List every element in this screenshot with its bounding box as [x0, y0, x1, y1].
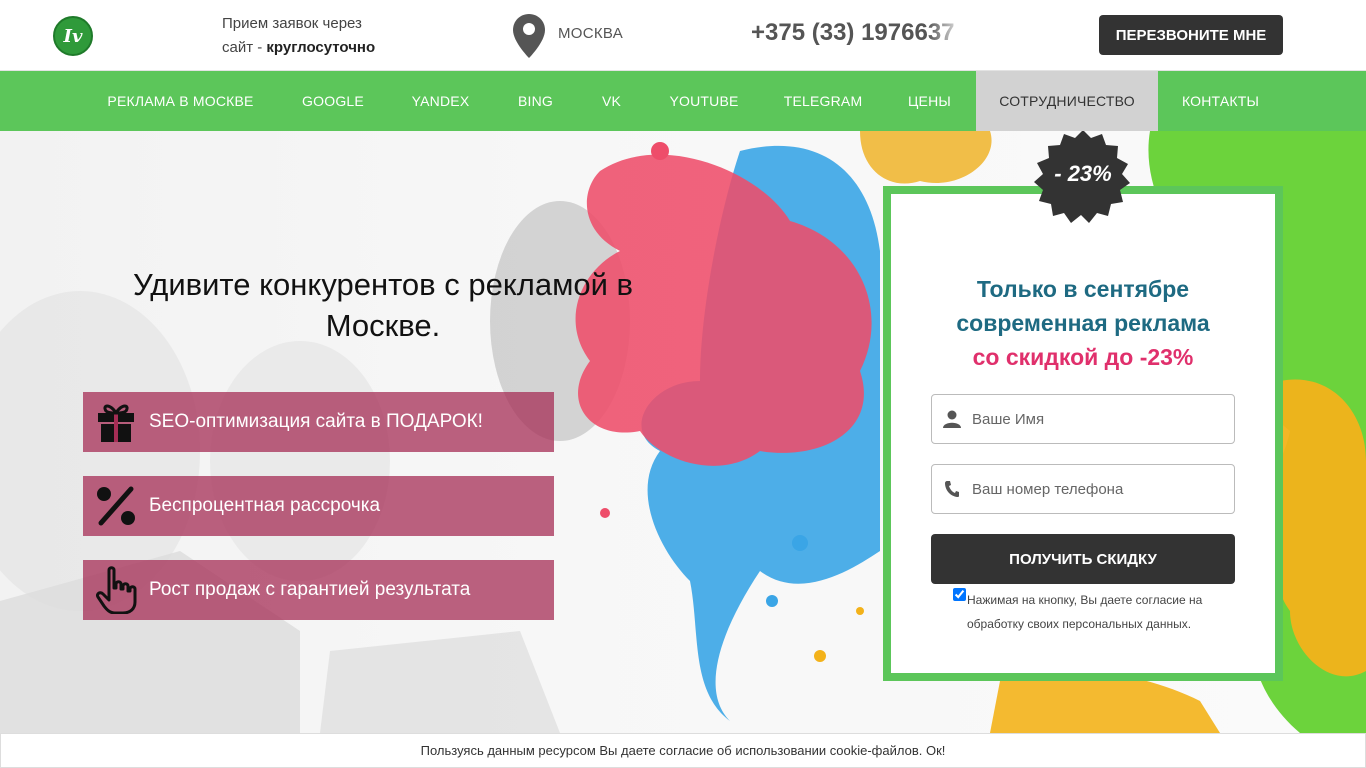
consent-checkbox[interactable] [953, 588, 966, 601]
name-input[interactable] [972, 410, 1222, 428]
percent-icon [83, 476, 149, 536]
feature-installment: Беспроцентная рассрочка [83, 476, 554, 536]
offer-line2: современная реклама [956, 310, 1210, 336]
feature-seo-gift-label: SEO-оптимизация сайта в ПОДАРОК! [149, 411, 483, 432]
pointing-hand-icon [83, 560, 149, 620]
main-nav: РЕКЛАМА В МОСКВЕ GOOGLE YANDEX BING VK Y… [0, 71, 1366, 131]
callback-button[interactable]: ПЕРЕЗВОНИТЕ МНЕ [1099, 15, 1283, 55]
phone-icon [932, 480, 972, 498]
header-phone[interactable]: +375 (33) 1976637 [751, 19, 966, 47]
offer-line1: Только в сентябре [976, 276, 1190, 302]
name-field[interactable] [931, 394, 1235, 444]
hours-line2-prefix: сайт - [222, 39, 267, 56]
nav-item-prices[interactable]: ЦЕНЫ [883, 71, 976, 131]
city-label: МОСКВА [558, 25, 624, 42]
nav-item-contacts[interactable]: КОНТАКТЫ [1158, 71, 1283, 131]
get-discount-button[interactable]: ПОЛУЧИТЬ СКИДКУ [931, 534, 1235, 584]
feature-installment-label: Беспроцентная рассрочка [149, 495, 381, 516]
nav-item-cooperation[interactable]: СОТРУДНИЧЕСТВО [976, 71, 1158, 131]
site-header: Iv Прием заявок через сайт - круглосуточ… [0, 0, 1366, 71]
offer-heading: Только в сентябре современная реклама со… [883, 272, 1283, 374]
discount-badge-text: - 23% [1054, 161, 1112, 186]
site-logo[interactable]: Iv [53, 16, 93, 56]
hours-line2-bold: круглосуточно [266, 39, 376, 56]
offer-line3: со скидкой до -23% [972, 344, 1194, 370]
nav-item-telegram[interactable]: TELEGRAM [763, 71, 883, 131]
consent-text: Нажимая на кнопку, Вы даете согласие на … [967, 593, 1203, 631]
cookie-consent-bar[interactable]: Пользуясь данным ресурсом Вы даете согла… [0, 733, 1366, 768]
logo-text: Iv [63, 25, 83, 47]
hero-title: Удивите конкурентов с рекламой в Москве. [132, 267, 634, 343]
phone-field[interactable] [931, 464, 1235, 514]
feature-sales-growth-label: Рост продаж с гарантией результата [149, 579, 471, 600]
location-pin-icon [513, 14, 545, 58]
feature-sales-growth: Рост продаж с гарантией результата [83, 560, 554, 620]
hours-line2: сайт - круглосуточно [222, 36, 375, 60]
feature-seo-gift: SEO-оптимизация сайта в ПОДАРОК! [83, 392, 554, 452]
hero-section: Удивите конкурентов с рекламой в Москве.… [0, 131, 1366, 733]
hours-line1: Прием заявок через [222, 15, 362, 32]
nav-item-google[interactable]: GOOGLE [278, 71, 388, 131]
gift-icon [83, 392, 149, 452]
nav-item-yandex[interactable]: YANDEX [388, 71, 493, 131]
phone-input[interactable] [972, 480, 1222, 498]
nav-item-vk[interactable]: VK [578, 71, 645, 131]
working-hours: Прием заявок через сайт - круглосуточно [222, 12, 375, 60]
nav-item-youtube[interactable]: YOUTUBE [645, 71, 763, 131]
user-icon [932, 410, 972, 428]
nav-item-reklama-moscow[interactable]: РЕКЛАМА В МОСКВЕ [83, 71, 278, 131]
nav-item-bing[interactable]: BING [493, 71, 578, 131]
